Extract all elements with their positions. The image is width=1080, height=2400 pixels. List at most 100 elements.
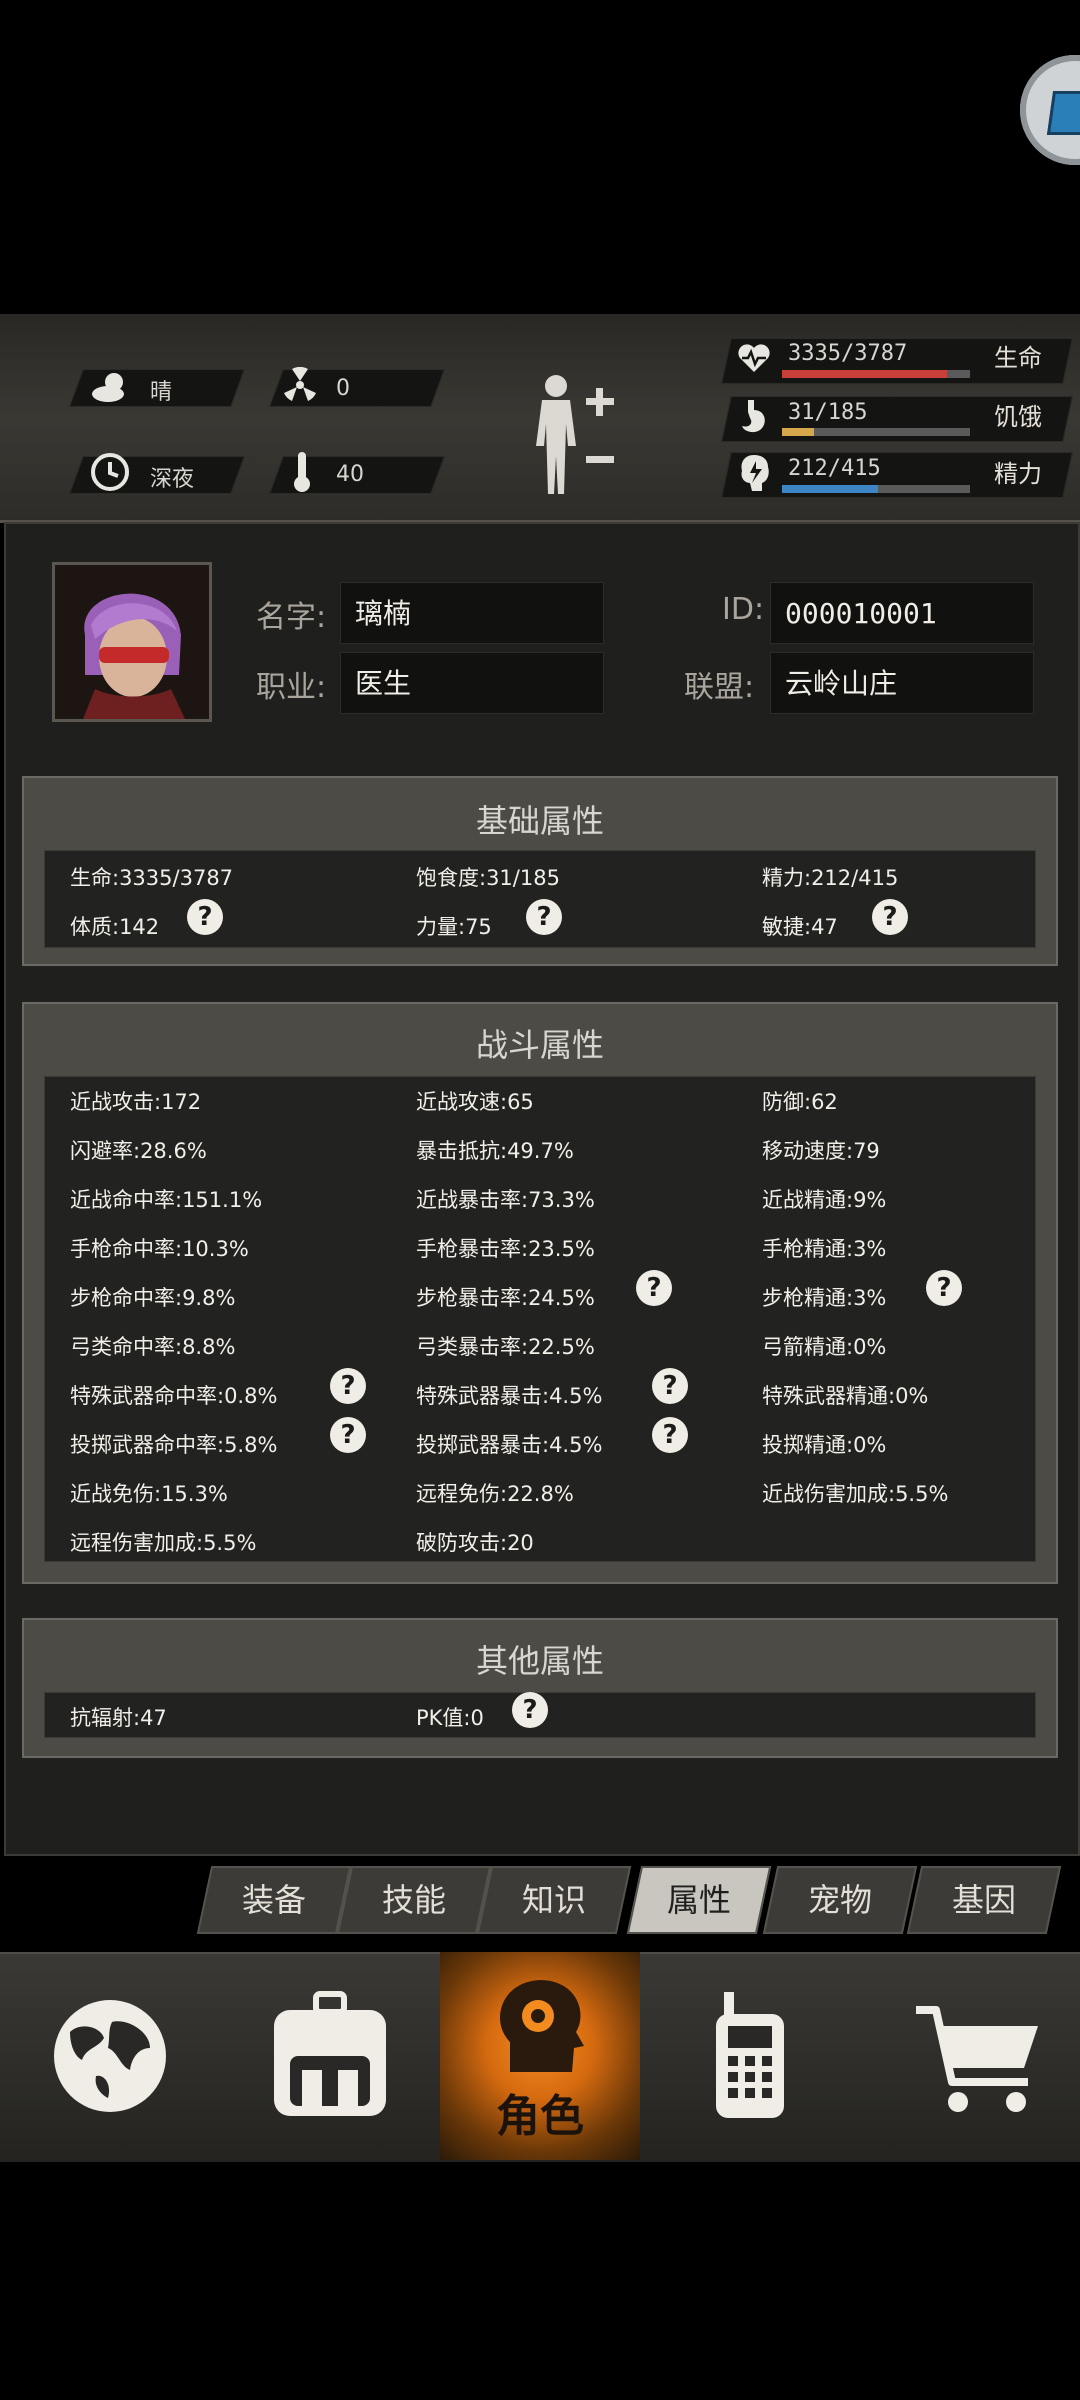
floating-assist-button[interactable] bbox=[1020, 55, 1080, 165]
energy-value: 212/415 bbox=[788, 456, 881, 481]
combat-attr: 近战命中率:151.1% bbox=[70, 1188, 263, 1212]
combat-attr: 步枪暴击率:24.5% bbox=[416, 1286, 595, 1310]
shopping-cart-icon bbox=[916, 2006, 1038, 2112]
stomach-icon bbox=[742, 400, 765, 433]
combat-attr: 手枪暴击率:23.5% bbox=[416, 1237, 595, 1261]
help-icon[interactable]: ? bbox=[187, 899, 223, 935]
combat-attr: 防御:62 bbox=[762, 1090, 838, 1114]
life-label: 生命 bbox=[994, 344, 1042, 372]
combat-attr: 闪避率:28.6% bbox=[70, 1139, 207, 1163]
combat-attr: 步枪精通:3% bbox=[762, 1286, 887, 1310]
hunger-label: 饥饿 bbox=[994, 403, 1042, 431]
globe-icon bbox=[54, 2000, 166, 2112]
other-attr: 抗辐射:47 bbox=[70, 1706, 167, 1730]
combat-attr: 远程免伤:22.8% bbox=[416, 1482, 574, 1506]
tab-attributes[interactable]: 属性 bbox=[626, 1866, 772, 1934]
basic-attributes-title: 基础属性 bbox=[475, 802, 604, 840]
energy-track bbox=[782, 485, 970, 493]
help-icon[interactable]: ? bbox=[652, 1368, 688, 1404]
clock-icon bbox=[91, 453, 129, 491]
tab-pets[interactable]: 宠物 bbox=[762, 1866, 918, 1934]
body-status-icon[interactable] bbox=[522, 372, 622, 500]
radiation-value: 0 bbox=[336, 376, 350, 401]
radiation-icon bbox=[284, 367, 316, 401]
help-icon[interactable]: ? bbox=[512, 1692, 548, 1728]
life-value: 3335/3787 bbox=[788, 341, 908, 366]
life-track bbox=[782, 370, 970, 378]
combat-attr: 步枪命中率:9.8% bbox=[70, 1286, 236, 1310]
tab-genes[interactable]: 基因 bbox=[906, 1866, 1062, 1934]
tab-equipment[interactable]: 装备 bbox=[196, 1866, 352, 1934]
life-fill bbox=[782, 370, 948, 378]
help-icon[interactable]: ? bbox=[636, 1270, 672, 1306]
nav-shop[interactable] bbox=[860, 1952, 1080, 2160]
cloud-sun-icon bbox=[92, 373, 124, 402]
name-field: 璃楠 bbox=[340, 582, 604, 644]
hunger-track bbox=[782, 428, 970, 436]
nav-map[interactable] bbox=[0, 1952, 220, 2160]
other-attr: PK值:0 bbox=[416, 1706, 484, 1730]
basic-attr: 精力:212/415 bbox=[762, 866, 899, 890]
basic-attr: 力量:75 bbox=[416, 915, 492, 939]
combat-attr: 近战伤害加成:5.5% bbox=[762, 1482, 949, 1506]
energy-label: 精力 bbox=[994, 460, 1042, 488]
combat-attr: 投掷武器命中率:5.8% bbox=[70, 1433, 278, 1457]
combat-attr: 特殊武器暴击:4.5% bbox=[416, 1384, 603, 1408]
heart-pulse-icon bbox=[738, 344, 770, 372]
help-icon[interactable]: ? bbox=[526, 899, 562, 935]
name-label: 名字: bbox=[256, 600, 327, 635]
thermometer-icon bbox=[294, 452, 310, 492]
combat-attr: 投掷武器暴击:4.5% bbox=[416, 1433, 603, 1457]
combat-attr: 远程伤害加成:5.5% bbox=[70, 1531, 257, 1555]
help-icon[interactable]: ? bbox=[926, 1270, 962, 1306]
walkie-talkie-icon bbox=[716, 1992, 784, 2118]
combat-attr: 特殊武器精通:0% bbox=[762, 1384, 929, 1408]
combat-attr: 近战免伤:15.3% bbox=[70, 1482, 228, 1506]
time-text: 深夜 bbox=[150, 467, 195, 492]
backpack-icon bbox=[274, 1991, 386, 2116]
help-icon[interactable]: ? bbox=[330, 1368, 366, 1404]
combat-attr: 手枪命中率:10.3% bbox=[70, 1237, 249, 1261]
hunger-value: 31/185 bbox=[788, 400, 868, 425]
nav-character[interactable]: 角色 bbox=[440, 1952, 640, 2160]
alliance-field: 云岭山庄 bbox=[770, 652, 1034, 714]
job-label: 职业: bbox=[256, 670, 327, 705]
basic-attr: 敏捷:47 bbox=[762, 915, 838, 939]
tab-knowledge[interactable]: 知识 bbox=[476, 1866, 632, 1934]
other-attributes-title: 其他属性 bbox=[475, 1642, 604, 1680]
combat-attributes-title: 战斗属性 bbox=[475, 1026, 604, 1064]
help-icon[interactable]: ? bbox=[330, 1417, 366, 1453]
temperature-value: 40 bbox=[336, 462, 364, 487]
character-avatar[interactable] bbox=[52, 562, 212, 722]
combat-attr: 近战攻击:172 bbox=[70, 1090, 202, 1114]
combat-attr: 弓类命中率:8.8% bbox=[70, 1335, 236, 1359]
id-label: ID: bbox=[722, 592, 765, 627]
combat-attr: 暴击抵抗:49.7% bbox=[416, 1139, 574, 1163]
tab-skills[interactable]: 技能 bbox=[336, 1866, 492, 1934]
combat-attr: 手枪精通:3% bbox=[762, 1237, 887, 1261]
combat-attr: 投掷精通:0% bbox=[762, 1433, 887, 1457]
nav-radio[interactable] bbox=[640, 1952, 860, 2160]
head-gear-icon bbox=[500, 1980, 584, 2072]
combat-attr: 破防攻击:20 bbox=[416, 1531, 534, 1555]
help-icon[interactable]: ? bbox=[652, 1417, 688, 1453]
brain-bolt-icon bbox=[741, 455, 769, 491]
energy-fill bbox=[782, 485, 878, 493]
basic-attr: 饱食度:31/185 bbox=[416, 866, 560, 890]
weather-text: 晴 bbox=[150, 380, 173, 405]
alliance-label: 联盟: bbox=[684, 670, 755, 705]
combat-attr: 近战攻速:65 bbox=[416, 1090, 534, 1114]
combat-attr: 近战暴击率:73.3% bbox=[416, 1188, 595, 1212]
job-field: 医生 bbox=[340, 652, 604, 714]
combat-attr: 弓箭精通:0% bbox=[762, 1335, 887, 1359]
id-field: 000010001 bbox=[770, 582, 1034, 644]
avatar-portrait bbox=[55, 565, 209, 719]
nav-character-label: 角色 bbox=[496, 2091, 584, 2142]
nav-backpack[interactable] bbox=[220, 1952, 440, 2160]
basic-attr: 生命:3335/3787 bbox=[70, 866, 234, 890]
combat-attr: 移动速度:79 bbox=[762, 1139, 880, 1163]
combat-attr: 特殊武器命中率:0.8% bbox=[70, 1384, 278, 1408]
basic-attr: 体质:142 bbox=[70, 915, 160, 939]
cube-icon bbox=[1046, 91, 1080, 135]
help-icon[interactable]: ? bbox=[872, 899, 908, 935]
